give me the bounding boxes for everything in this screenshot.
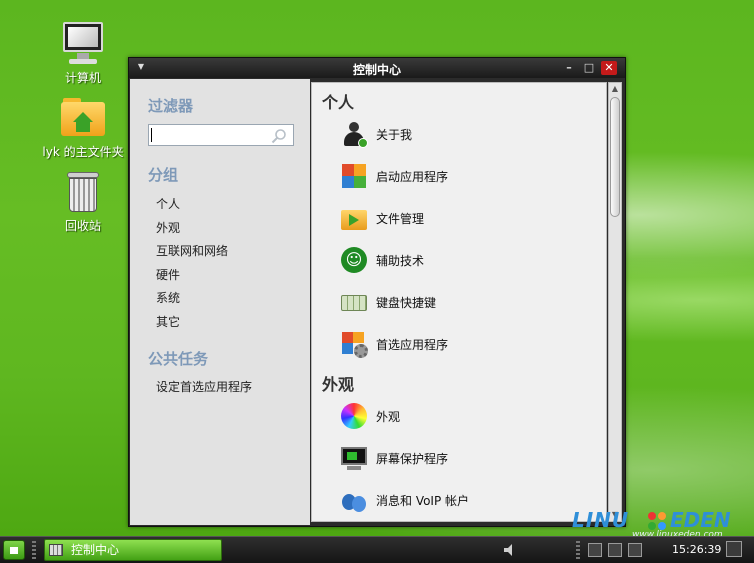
control-center-window: ▼ 控制中心 – □ ✕ 过滤器 分组 个人 外观 互联网和网络 硬件 系统 其… [128,57,626,527]
content-panel: 个人 关于我 启动应用程序 文件管理 ☺ 辅助技术 键盘快捷键 首选应用程序 外… [311,82,607,522]
display-icon[interactable] [608,543,622,557]
accessibility-icon: ☺ [340,246,368,274]
item-preferred-apps[interactable]: 首选应用程序 [312,323,606,365]
appearance-icon [340,402,368,430]
tray-grip-icon[interactable] [576,541,580,559]
item-label: 消息和 VoIP 帐户 [376,493,470,508]
taskbar-clock[interactable]: 15:26:39 [672,543,721,556]
computer-icon [61,22,105,66]
group-item-system[interactable]: 系统 [156,287,310,311]
sidebar: 过滤器 分组 个人 外观 互联网和网络 硬件 系统 其它 公共任务 设定首选应用… [130,79,310,525]
control-center-icon [49,544,63,556]
item-accessibility[interactable]: ☺ 辅助技术 [312,239,606,281]
desktop-icon-trash[interactable]: 回收站 [23,170,143,234]
group-item-personal[interactable]: 个人 [156,193,310,217]
file-management-icon [340,204,368,232]
screensaver-icon [340,444,368,472]
group-item-internet-network[interactable]: 互联网和网络 [156,240,310,264]
item-startup-apps[interactable]: 启动应用程序 [312,155,606,197]
window-body: 过滤器 分组 个人 外观 互联网和网络 硬件 系统 其它 公共任务 设定首选应用… [130,79,624,525]
category-heading-personal: 个人 [322,93,355,112]
about-me-icon [340,120,368,148]
text-caret [151,128,152,142]
category-heading-appearance: 外观 [322,375,355,394]
taskbar-grip-icon[interactable] [32,541,36,559]
group-item-hardware[interactable]: 硬件 [156,264,310,288]
groups-list: 个人 外观 互联网和网络 硬件 系统 其它 [156,193,310,334]
groups-heading: 分组 [148,166,179,184]
item-file-management[interactable]: 文件管理 [312,197,606,239]
desktop-icon-home-folder[interactable]: lyk 的主文件夹 [23,96,143,160]
desktop-icon-label: 计算机 [64,71,101,85]
taskbar-item-label: 控制中心 [71,543,120,557]
desktop-icon-label: lyk 的主文件夹 [42,145,124,159]
group-item-appearance[interactable]: 外观 [156,217,310,241]
search-icon[interactable] [271,128,287,144]
volume-icon[interactable] [502,542,518,558]
item-about-me[interactable]: 关于我 [312,113,606,155]
maximize-button[interactable]: □ [581,61,597,75]
scroll-thumb[interactable] [610,97,620,217]
item-label: 屏幕保护程序 [376,451,449,466]
tasks-list: 设定首选应用程序 [156,377,310,397]
content-scrollbar[interactable]: ▲ ▼ [608,82,622,522]
taskbar-item-control-center[interactable]: 控制中心 [44,539,222,561]
close-button[interactable]: ✕ [601,61,617,75]
item-label: 首选应用程序 [376,337,449,352]
network-icon[interactable] [588,543,602,557]
item-screensaver[interactable]: 屏幕保护程序 [312,437,606,479]
item-appearance[interactable]: 外观 [312,395,606,437]
item-label: 文件管理 [376,211,425,226]
messaging-voip-icon [340,486,368,514]
keyboard-shortcuts-icon [340,288,368,316]
trash-icon [61,170,105,214]
item-keyboard-shortcuts[interactable]: 键盘快捷键 [312,281,606,323]
startup-apps-icon [340,162,368,190]
tasks-heading: 公共任务 [148,350,209,368]
home-folder-icon [61,96,105,140]
item-label: 辅助技术 [376,253,425,268]
group-item-other[interactable]: 其它 [156,311,310,335]
item-label: 关于我 [376,127,413,142]
filter-input[interactable] [149,125,269,145]
item-label: 键盘快捷键 [376,295,437,310]
desktop-icon-computer[interactable]: 计算机 [23,22,143,86]
desktop-icon-label: 回收站 [64,219,101,233]
window-title: 控制中心 [352,63,401,77]
minimize-button[interactable]: – [561,61,577,75]
start-menu-button[interactable] [3,540,25,560]
scroll-down-arrow-icon[interactable]: ▼ [609,509,621,521]
scroll-up-arrow-icon[interactable]: ▲ [609,83,621,95]
preferred-apps-icon [340,330,368,358]
update-icon[interactable] [628,543,642,557]
item-label: 启动应用程序 [376,169,449,184]
item-messaging-voip[interactable]: 消息和 VoIP 帐户 [312,479,606,521]
task-set-preferred-apps[interactable]: 设定首选应用程序 [156,377,310,397]
window-titlebar[interactable]: ▼ 控制中心 – □ ✕ [129,58,625,78]
show-desktop-button[interactable] [726,541,742,557]
filter-heading: 过滤器 [148,97,194,115]
item-label: 外观 [376,409,401,424]
filter-search-box[interactable] [148,124,294,146]
taskbar: 控制中心 15:26:39 [0,536,754,563]
